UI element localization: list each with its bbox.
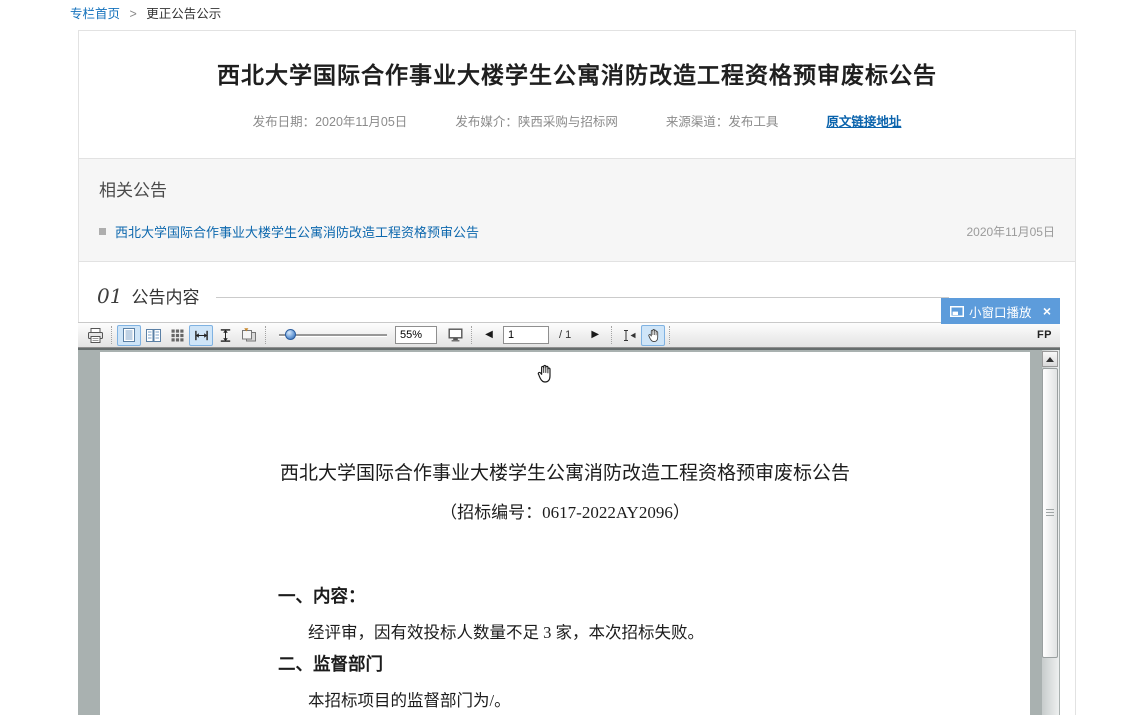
scroll-up-arrow-icon [1046,357,1054,362]
related-list-item: 西北大学国际合作事业大楼学生公寓消防改造工程资格预审公告 2020年11月05日 [99,222,1055,241]
vertical-scrollbar[interactable] [1042,350,1059,715]
content-section-header: 01 公告内容 [79,262,1075,308]
related-heading: 相关公告 [99,159,1055,201]
fit-height-icon [220,329,231,342]
facing-pages-icon [146,329,161,342]
related-announcement-date: 2020年11月05日 [966,223,1055,240]
full-screen-button[interactable] [443,325,467,346]
text-select-icon [622,329,636,342]
breadcrumb: 专栏首页 > 更正公告公示 [70,3,221,22]
square-bullet-icon [99,228,106,235]
page-title: 西北大学国际合作事业大楼学生公寓消防改造工程资格预审废标公告 [79,31,1075,90]
popup-play-label: 小窗口播放 [969,302,1032,321]
thumbnail-view-button[interactable] [165,325,189,346]
section-title: 公告内容 [131,283,199,308]
breadcrumb-separator: > [130,7,137,21]
facing-page-view-button[interactable] [141,325,165,346]
source-channel: 来源渠道：发布工具 [666,111,779,130]
pdf-page: 西北大学国际合作事业大楼学生公寓消防改造工程资格预审废标公告 （招标编号：061… [100,352,1030,715]
print-button[interactable] [83,325,107,346]
pdf-document-title: 西北大学国际合作事业大楼学生公寓消防改造工程资格预审废标公告 [100,458,1030,485]
printer-icon [87,328,104,343]
single-page-icon [123,328,135,342]
breadcrumb-home-link[interactable]: 专栏首页 [70,7,120,21]
next-page-icon: ▶ [591,330,599,340]
zoom-slider[interactable] [277,325,389,345]
pdf-viewer: 小窗口播放 × [78,322,1060,715]
rotate-page-icon [241,328,257,342]
picture-in-picture-icon [950,306,964,317]
viewer-brand-logo: FP [1037,329,1052,341]
toolbar-separator [471,326,473,344]
zoom-slider-knob[interactable] [285,329,296,340]
scrollbar-thumb[interactable] [1042,368,1058,658]
pdf-tender-number: （招标编号：0617-2022AY2096） [100,498,1030,523]
monitor-icon [448,328,463,342]
publish-media: 发布媒介：陕西采购与招标网 [455,111,618,130]
announcement-header: 西北大学国际合作事业大楼学生公寓消防改造工程资格预审废标公告 发布日期：2020… [79,31,1075,158]
announcement-meta: 发布日期：2020年11月05日 发布媒介：陕西采购与招标网 来源渠道：发布工具… [79,111,1075,130]
publish-media-label: 发布媒介： [455,115,518,129]
source-channel-value: 发布工具 [728,115,778,129]
rotate-view-button[interactable] [237,325,261,346]
toolbar-separator [611,326,613,344]
section-divider [216,297,949,298]
previous-page-icon: ◀ [485,330,493,340]
previous-page-button[interactable]: ◀ [477,325,501,346]
grid-icon [171,329,184,342]
scrollbar-grip-icon [1046,507,1054,518]
hand-tool-icon [647,328,660,342]
original-link[interactable]: 原文链接地址 [826,111,901,130]
fit-height-button[interactable] [213,325,237,346]
zoom-level-input[interactable] [395,326,437,344]
publish-date-value: 2020年11月05日 [315,115,407,129]
related-announcement-link[interactable]: 西北大学国际合作事业大楼学生公寓消防改造工程资格预审公告 [115,222,479,241]
page-total-label: / 1 [559,329,571,341]
pdf-toolbar: ◀ / 1 ▶ FP [78,322,1060,348]
single-page-view-button[interactable] [117,325,141,346]
pdf-section1-body: 经评审，因有效投标人数量不足 3 家，本次招标失败。 [308,619,704,643]
pdf-section2-heading: 二、监督部门 [278,651,383,676]
fit-width-button[interactable] [189,325,213,346]
toolbar-separator [111,326,113,344]
section-number: 01 [97,284,122,308]
fit-width-icon [195,330,208,341]
breadcrumb-current: 更正公告公示 [146,7,221,21]
pdf-section1-heading: 一、内容： [278,583,366,608]
popup-play-button[interactable]: 小窗口播放 × [941,298,1060,324]
publish-date-label: 发布日期： [253,115,316,129]
pdf-canvas[interactable]: 西北大学国际合作事业大楼学生公寓消防改造工程资格预审废标公告 （招标编号：061… [78,348,1060,715]
source-channel-label: 来源渠道： [666,115,729,129]
hand-cursor-icon [536,363,553,383]
next-page-button[interactable]: ▶ [583,325,607,346]
publish-date: 发布日期：2020年11月05日 [253,111,408,130]
publish-media-value: 陕西采购与招标网 [518,115,618,129]
scroll-up-button[interactable] [1042,351,1058,367]
pdf-section2-body: 本招标项目的监督部门为/。 [308,687,511,711]
text-select-tool-button[interactable] [617,325,641,346]
page-number-input[interactable] [503,326,549,344]
related-announcements: 相关公告 西北大学国际合作事业大楼学生公寓消防改造工程资格预审公告 2020年1… [79,158,1075,262]
toolbar-separator [669,326,671,344]
toolbar-separator [265,326,267,344]
close-icon[interactable]: × [1043,304,1051,318]
hand-tool-button[interactable] [641,325,665,346]
